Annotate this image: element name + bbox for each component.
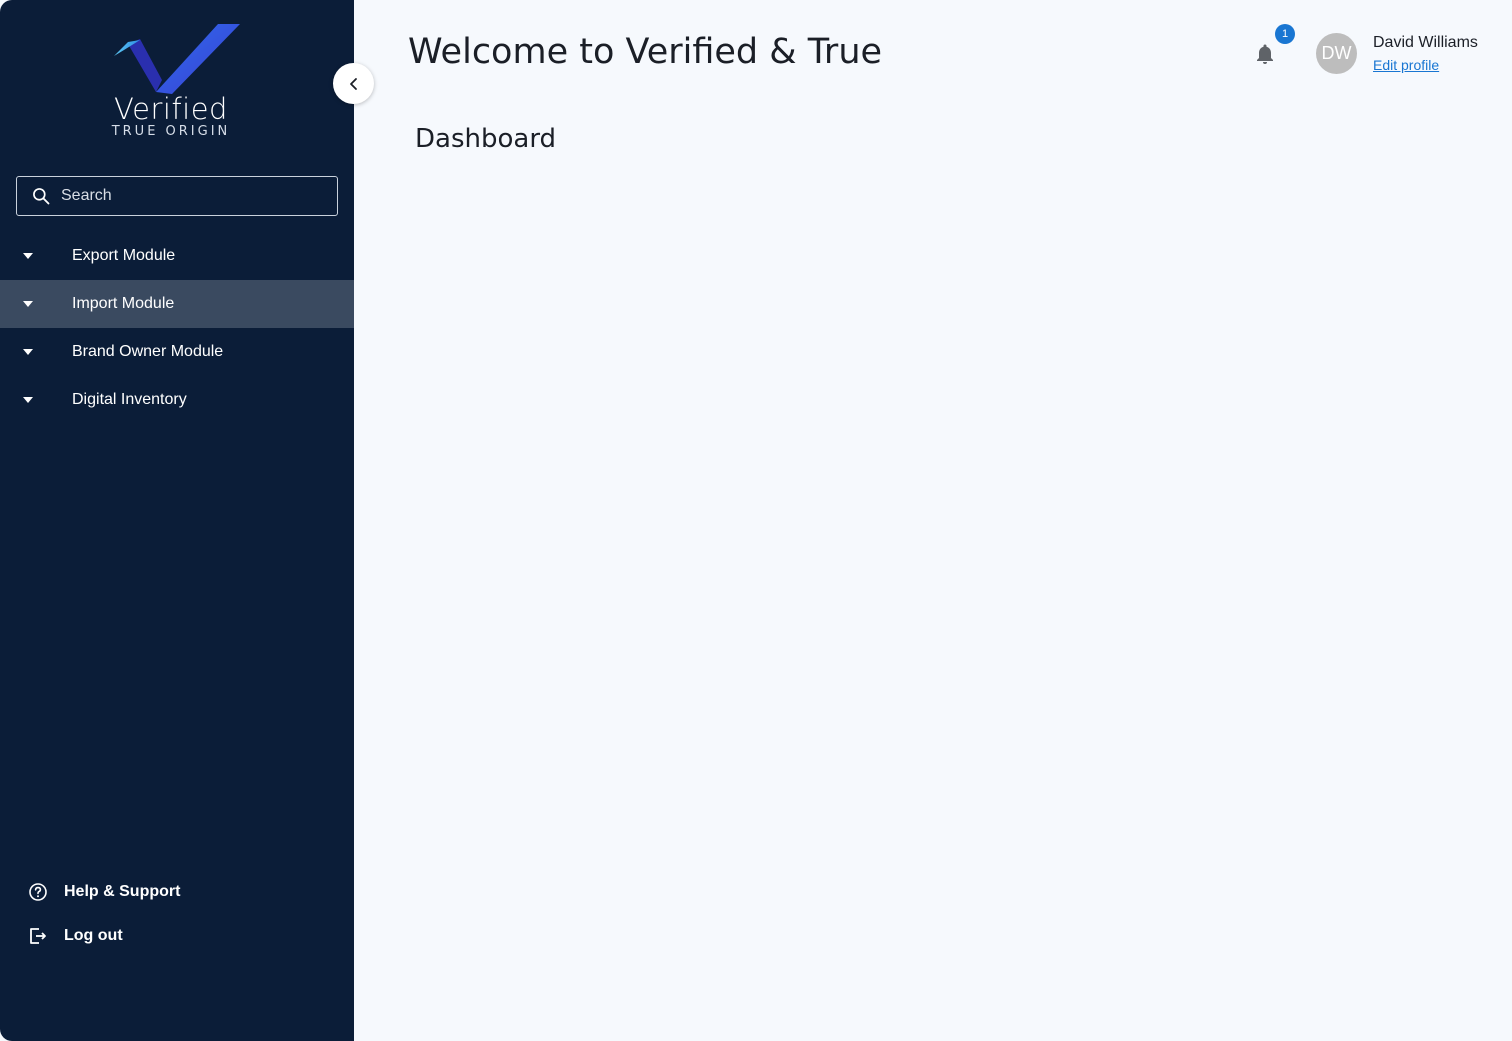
sidebar-item-label: Export Module (72, 247, 176, 264)
search-box[interactable] (16, 176, 338, 216)
sidebar-item-export-module[interactable]: Export Module (0, 232, 354, 280)
sidebar-nav: Export Module Import Module Brand Owner … (0, 232, 354, 424)
brand-logo: Verified TRUE ORIGIN (110, 22, 250, 142)
sidebar-item-label: Digital Inventory (72, 391, 187, 408)
section-title: Dashboard (415, 124, 557, 154)
sidebar-item-brand-owner-module[interactable]: Brand Owner Module (0, 328, 354, 376)
avatar[interactable]: DW (1316, 33, 1357, 74)
collapse-sidebar-button[interactable] (333, 63, 374, 104)
search-input[interactable] (61, 187, 321, 205)
brand-name: Verified (114, 92, 228, 126)
user-name: David Williams (1373, 34, 1478, 51)
sidebar-item-import-module[interactable]: Import Module (0, 280, 354, 328)
caret-down-icon (0, 253, 72, 259)
help-support-label: Help & Support (64, 883, 181, 900)
logout-link[interactable]: Log out (28, 914, 180, 958)
verified-check-logo-icon (114, 24, 240, 94)
logout-label: Log out (64, 927, 123, 944)
caret-down-icon (0, 301, 72, 307)
search-icon (33, 188, 50, 205)
chevron-left-icon (349, 77, 357, 90)
help-circle-icon (29, 883, 47, 901)
notification-count-badge: 1 (1275, 24, 1295, 44)
sidebar-item-label: Import Module (72, 295, 175, 312)
page-title: Welcome to Verified & True (408, 32, 883, 72)
logout-icon (30, 928, 46, 944)
sidebar-footer: Help & Support Log out (28, 870, 180, 958)
sidebar-item-label: Brand Owner Module (72, 343, 224, 360)
caret-down-icon (0, 349, 72, 355)
brand-tagline: TRUE ORIGIN (111, 124, 231, 139)
notifications-button[interactable] (1253, 42, 1277, 71)
caret-down-icon (0, 397, 72, 403)
sidebar: Verified TRUE ORIGIN Export Module Impor… (0, 0, 354, 1041)
bell-icon (1257, 44, 1273, 64)
sidebar-item-digital-inventory[interactable]: Digital Inventory (0, 376, 354, 424)
edit-profile-link[interactable]: Edit profile (1373, 57, 1439, 73)
help-support-link[interactable]: Help & Support (28, 870, 180, 914)
